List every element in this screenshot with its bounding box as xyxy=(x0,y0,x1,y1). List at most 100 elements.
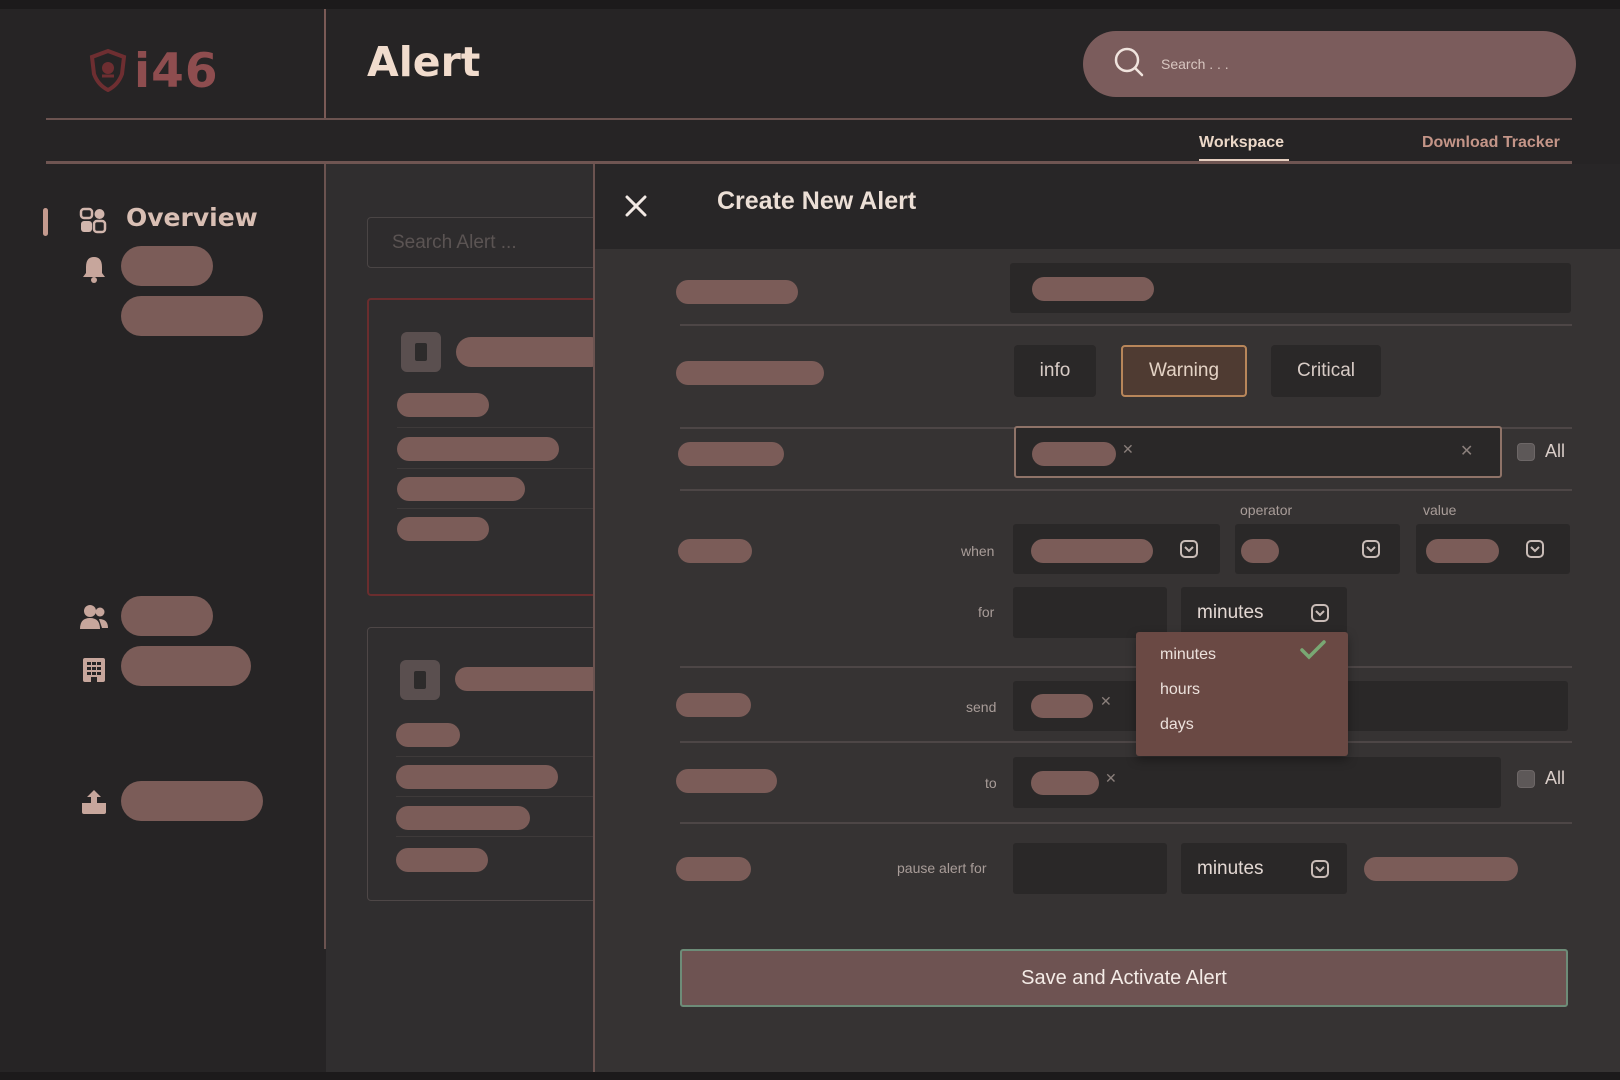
field-label-name xyxy=(676,280,798,304)
alert-card-line xyxy=(397,393,489,417)
sidebar-item-alerts[interactable] xyxy=(121,246,213,286)
card-divider xyxy=(397,427,607,428)
logo-text: i46 xyxy=(134,44,219,99)
overview-icon[interactable] xyxy=(78,206,108,236)
row-divider xyxy=(680,666,1572,668)
global-search[interactable] xyxy=(1083,31,1576,97)
chevron-down-icon xyxy=(1311,604,1329,622)
dropdown-option-days[interactable]: days xyxy=(1160,716,1194,734)
targets-multiselect[interactable]: ✕ ✕ xyxy=(1014,426,1502,478)
field-label-pause xyxy=(676,857,751,881)
sidebar-item-users[interactable] xyxy=(121,596,213,636)
chip-remove-icon[interactable]: ✕ xyxy=(1105,771,1117,787)
chip-remove-icon[interactable]: ✕ xyxy=(1122,442,1134,458)
value-select[interactable] xyxy=(1416,524,1570,574)
check-icon xyxy=(1300,640,1326,664)
channel-chip xyxy=(1031,694,1093,718)
chevron-down-icon xyxy=(1311,860,1329,878)
sidebar-item-overview[interactable]: Overview xyxy=(126,203,258,232)
field-label-channel xyxy=(676,693,751,717)
building-icon[interactable] xyxy=(79,655,109,685)
alert-card-icon xyxy=(400,660,440,700)
search-input[interactable] xyxy=(1161,56,1541,72)
alert-name-value xyxy=(1032,277,1154,301)
alert-card-title xyxy=(456,337,606,367)
send-label: send xyxy=(966,699,997,715)
for-label: for xyxy=(978,604,995,620)
dropdown-option-minutes[interactable]: minutes xyxy=(1160,646,1216,664)
card-divider xyxy=(397,468,607,469)
bell-icon[interactable] xyxy=(80,254,108,284)
dropdown-option-hours[interactable]: hours xyxy=(1160,681,1200,699)
alert-name-field[interactable] xyxy=(1010,263,1571,313)
alert-card-line xyxy=(397,437,559,461)
active-indicator xyxy=(43,208,48,236)
alert-card-line xyxy=(397,517,489,541)
chevron-down-icon xyxy=(1180,540,1198,558)
alert-card-icon xyxy=(401,332,441,372)
search-alert-input[interactable] xyxy=(392,218,592,267)
chevron-down-icon xyxy=(1526,540,1544,558)
severity-warning-button[interactable]: Warning xyxy=(1121,345,1247,397)
severity-critical-button[interactable]: Critical xyxy=(1271,345,1381,397)
alert-card[interactable] xyxy=(367,298,607,596)
duration-unit-select[interactable]: minutes xyxy=(1181,587,1347,638)
all-label: All xyxy=(1545,768,1566,788)
sidebar-subitem[interactable] xyxy=(121,296,263,336)
tab-workspace[interactable]: Workspace xyxy=(1199,134,1284,152)
severity-info-button[interactable]: info xyxy=(1014,345,1096,397)
unit-dropdown-menu: minutes hours days xyxy=(1136,632,1348,756)
target-chip xyxy=(1032,442,1116,466)
when-label: when xyxy=(961,543,995,559)
close-icon[interactable] xyxy=(620,190,652,222)
alert-card-title xyxy=(455,667,605,691)
card-divider xyxy=(396,836,606,837)
value-value xyxy=(1426,539,1499,563)
field-label-severity xyxy=(676,361,824,385)
pause-unit-value: minutes xyxy=(1197,858,1264,879)
shield-icon xyxy=(88,48,128,96)
alert-card-line xyxy=(396,806,530,830)
all-checkbox[interactable] xyxy=(1517,443,1535,461)
bottom-strip xyxy=(0,1072,1620,1080)
alert-card-line xyxy=(397,477,525,501)
sidebar-item-organization[interactable] xyxy=(121,646,251,686)
operator-value xyxy=(1241,539,1279,563)
operator-label: operator xyxy=(1240,502,1293,518)
chip-remove-icon[interactable]: ✕ xyxy=(1100,694,1112,710)
card-divider xyxy=(396,796,606,797)
duration-input[interactable] xyxy=(1013,587,1167,638)
to-label: to xyxy=(985,775,997,791)
row-divider xyxy=(680,324,1572,326)
clear-icon[interactable]: ✕ xyxy=(1460,441,1473,460)
sidebar-item-upload[interactable] xyxy=(121,781,263,821)
recipient-chip xyxy=(1031,771,1099,795)
value-label: value xyxy=(1423,502,1457,518)
row-divider xyxy=(680,741,1572,743)
save-activate-button[interactable]: Save and Activate Alert xyxy=(680,949,1568,1007)
page-title: Alert xyxy=(367,38,481,86)
alert-card[interactable] xyxy=(367,627,607,901)
pause-unit-select[interactable]: minutes xyxy=(1181,843,1347,894)
users-icon[interactable] xyxy=(78,602,110,632)
tab-download-tracker[interactable]: Download Tracker xyxy=(1422,134,1560,152)
duration-unit-value: minutes xyxy=(1197,602,1264,623)
operator-select[interactable] xyxy=(1235,524,1400,574)
pause-label: pause alert for xyxy=(897,860,987,876)
field-label-recipients xyxy=(676,769,777,793)
card-divider xyxy=(396,756,606,757)
row-divider xyxy=(680,822,1572,824)
upload-icon[interactable] xyxy=(79,787,109,817)
metric-value xyxy=(1031,539,1153,563)
all-label: All xyxy=(1545,441,1566,461)
pause-summary xyxy=(1364,857,1518,881)
recipients-multiselect[interactable]: ✕ xyxy=(1013,757,1501,808)
metric-select[interactable] xyxy=(1013,524,1220,574)
pause-duration-input[interactable] xyxy=(1013,843,1167,894)
app-logo[interactable]: i46 xyxy=(88,44,219,99)
search-icon xyxy=(1113,46,1145,82)
all-checkbox[interactable] xyxy=(1517,770,1535,788)
field-label-targets xyxy=(678,442,784,466)
modal-left-border xyxy=(593,164,595,1072)
search-alert-box[interactable] xyxy=(367,217,597,268)
